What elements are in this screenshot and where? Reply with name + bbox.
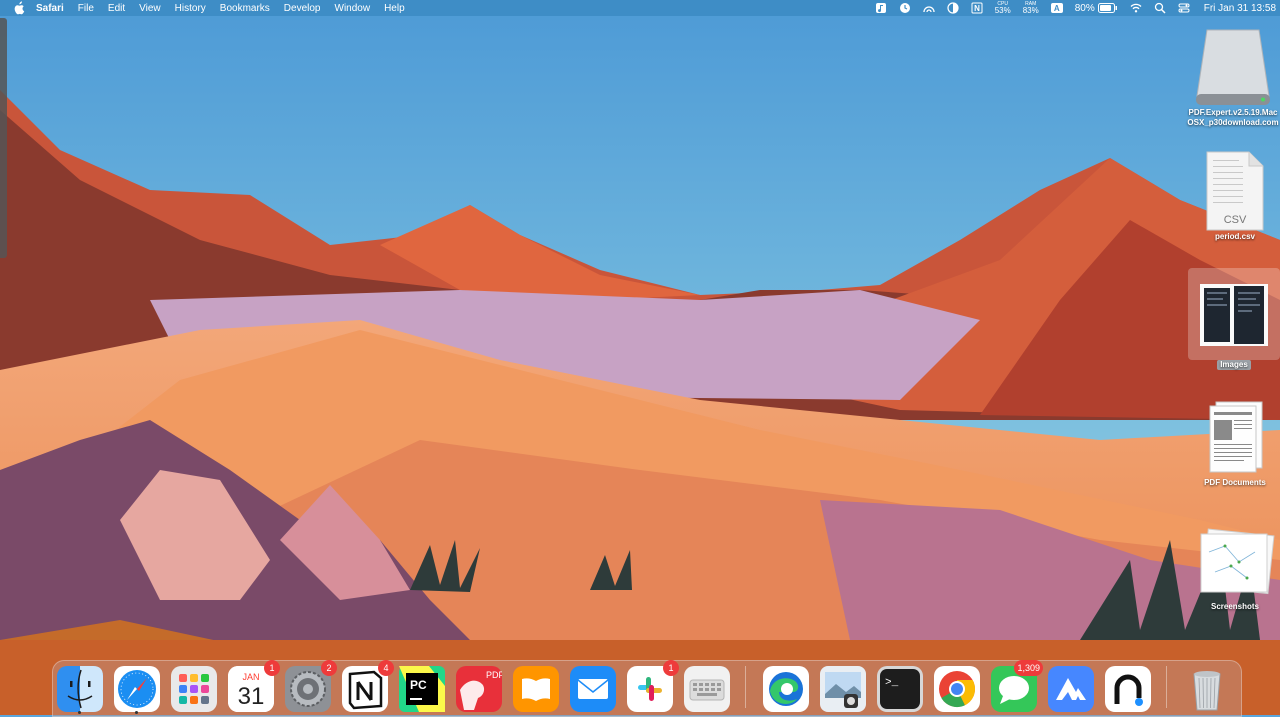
folder-preview-icon — [1200, 284, 1268, 346]
dock-finder[interactable] — [57, 666, 103, 712]
dock-divider — [1166, 666, 1167, 708]
dock-terminal[interactable]: >_ — [877, 666, 923, 712]
books-icon — [513, 666, 559, 712]
menu-window[interactable]: Window — [335, 3, 371, 14]
dock-divider — [745, 666, 746, 708]
desktop-item-screenshots[interactable]: Screenshots — [1194, 522, 1276, 612]
mail-icon — [570, 666, 616, 712]
status-clock-icon[interactable] — [899, 2, 911, 14]
sidebar-drag-handle[interactable] — [0, 18, 7, 258]
dock-keyboard-app[interactable] — [684, 666, 730, 712]
running-indicator — [78, 711, 81, 714]
trash-icon — [1193, 671, 1221, 711]
menu-history[interactable]: History — [175, 3, 206, 14]
dock-pycharm[interactable]: PC — [399, 666, 445, 712]
menu-file[interactable]: File — [78, 3, 94, 14]
dock-safari[interactable] — [114, 666, 160, 712]
desktop-item-disk-image[interactable]: PDF.Expert.v2.5.19.MacOSX_p30download.co… — [1186, 26, 1280, 128]
csv-type-text: CSV — [1224, 214, 1247, 226]
safari-icon — [114, 666, 160, 712]
desktop-wallpaper — [0, 0, 1280, 715]
preview-icon — [820, 666, 866, 712]
input-source-label: A — [1050, 3, 1063, 13]
menu-edit[interactable]: Edit — [108, 3, 125, 14]
terminal-icon: >_ — [877, 666, 923, 712]
dock-edge[interactable] — [763, 666, 809, 712]
status-music-icon[interactable] — [875, 2, 887, 14]
control-center-icon[interactable] — [1178, 2, 1190, 14]
dock-pdf-expert[interactable]: PDF — [456, 666, 502, 712]
desktop-item-label: PDF.Expert.v2.5.19.MacOSX_p30download.co… — [1187, 108, 1279, 127]
desktop-item-pdf-documents[interactable]: PDF Documents — [1194, 398, 1276, 488]
nordvpn-icon — [1048, 666, 1094, 712]
pycharm-icon: PC — [399, 666, 445, 712]
menu-app-name[interactable]: Safari — [36, 3, 64, 14]
status-contrast-icon[interactable] — [947, 2, 959, 14]
edge-icon — [763, 666, 809, 712]
drive-icon — [1196, 29, 1270, 105]
document-stack-icon — [1209, 401, 1263, 473]
apple-icon[interactable] — [12, 1, 26, 15]
dock-network-app[interactable] — [1105, 666, 1151, 712]
ram-monitor[interactable]: RAM 83% — [1022, 2, 1039, 15]
pdf-expert-icon: PDF — [456, 666, 502, 712]
running-indicator — [135, 711, 138, 714]
keyboard-icon — [684, 666, 730, 712]
status-arc-icon[interactable] — [923, 2, 935, 14]
selection-highlight — [1188, 268, 1280, 360]
battery-percent: 80% — [1074, 2, 1095, 14]
menu-help[interactable]: Help — [384, 3, 405, 14]
desktop-item-images-folder[interactable]: Images — [1188, 268, 1280, 370]
status-notion-icon[interactable]: N — [971, 2, 983, 14]
desktop-item-csv[interactable]: CSV period.csv — [1196, 150, 1274, 242]
cpu-monitor[interactable]: CPU 53% — [994, 2, 1011, 15]
dock-preview[interactable] — [820, 666, 866, 712]
cpu-value: 53% — [994, 6, 1011, 15]
desktop-item-label: PDF Documents — [1204, 478, 1266, 487]
terminal-prompt: >_ — [885, 677, 899, 689]
launchpad-icon — [171, 666, 217, 712]
dock-trash[interactable] — [1184, 666, 1230, 712]
finder-icon — [57, 666, 103, 712]
dock-system-settings[interactable]: 2 — [285, 660, 337, 712]
dock-mail[interactable] — [570, 666, 616, 712]
notification-badge: 1 — [264, 660, 280, 676]
menu-bookmarks[interactable]: Bookmarks — [220, 3, 270, 14]
battery-status[interactable]: 80% — [1075, 3, 1118, 14]
battery-icon — [1097, 3, 1117, 13]
dock-calendar[interactable]: JAN 31 1 — [228, 660, 280, 712]
desktop-item-label: Screenshots — [1210, 602, 1260, 611]
spotlight-search-icon[interactable] — [1154, 2, 1166, 14]
menu-bar: Safari File Edit View History Bookmarks … — [0, 0, 1280, 16]
notification-badge: 4 — [378, 660, 394, 676]
chrome-icon — [934, 666, 980, 712]
screenshot-stack-icon — [1200, 528, 1275, 595]
dock-notion[interactable]: 4 — [342, 660, 394, 712]
network-app-icon — [1105, 666, 1151, 712]
wifi-icon[interactable] — [1130, 2, 1142, 14]
dock-launchpad[interactable] — [171, 666, 217, 712]
dock-books[interactable] — [513, 666, 559, 712]
menu-develop[interactable]: Develop — [284, 3, 321, 14]
notification-badge: 2 — [321, 660, 337, 676]
calendar-month: JAN — [242, 672, 259, 682]
menu-view[interactable]: View — [139, 3, 161, 14]
dock-chrome[interactable] — [934, 666, 980, 712]
svg-text:N: N — [974, 4, 980, 13]
menu-clock[interactable]: Fri Jan 31 13:58 — [1204, 3, 1276, 14]
csv-file-icon: CSV — [1206, 151, 1264, 231]
desktop-item-label: period.csv — [1214, 232, 1255, 241]
calendar-day: 31 — [238, 683, 265, 710]
desktop-item-label: Images — [1217, 360, 1251, 370]
dock-slack[interactable]: 1 — [627, 660, 679, 712]
dock-messages[interactable]: 1,309 — [991, 660, 1043, 712]
input-source[interactable]: A — [1050, 3, 1063, 13]
dock-nordvpn[interactable] — [1048, 666, 1094, 712]
notification-badge: 1 — [663, 660, 679, 676]
pdf-expert-text: PDF — [486, 670, 502, 680]
notification-badge: 1,309 — [1014, 660, 1043, 676]
pycharm-text: PC — [410, 678, 427, 692]
ram-value: 83% — [1022, 6, 1039, 15]
